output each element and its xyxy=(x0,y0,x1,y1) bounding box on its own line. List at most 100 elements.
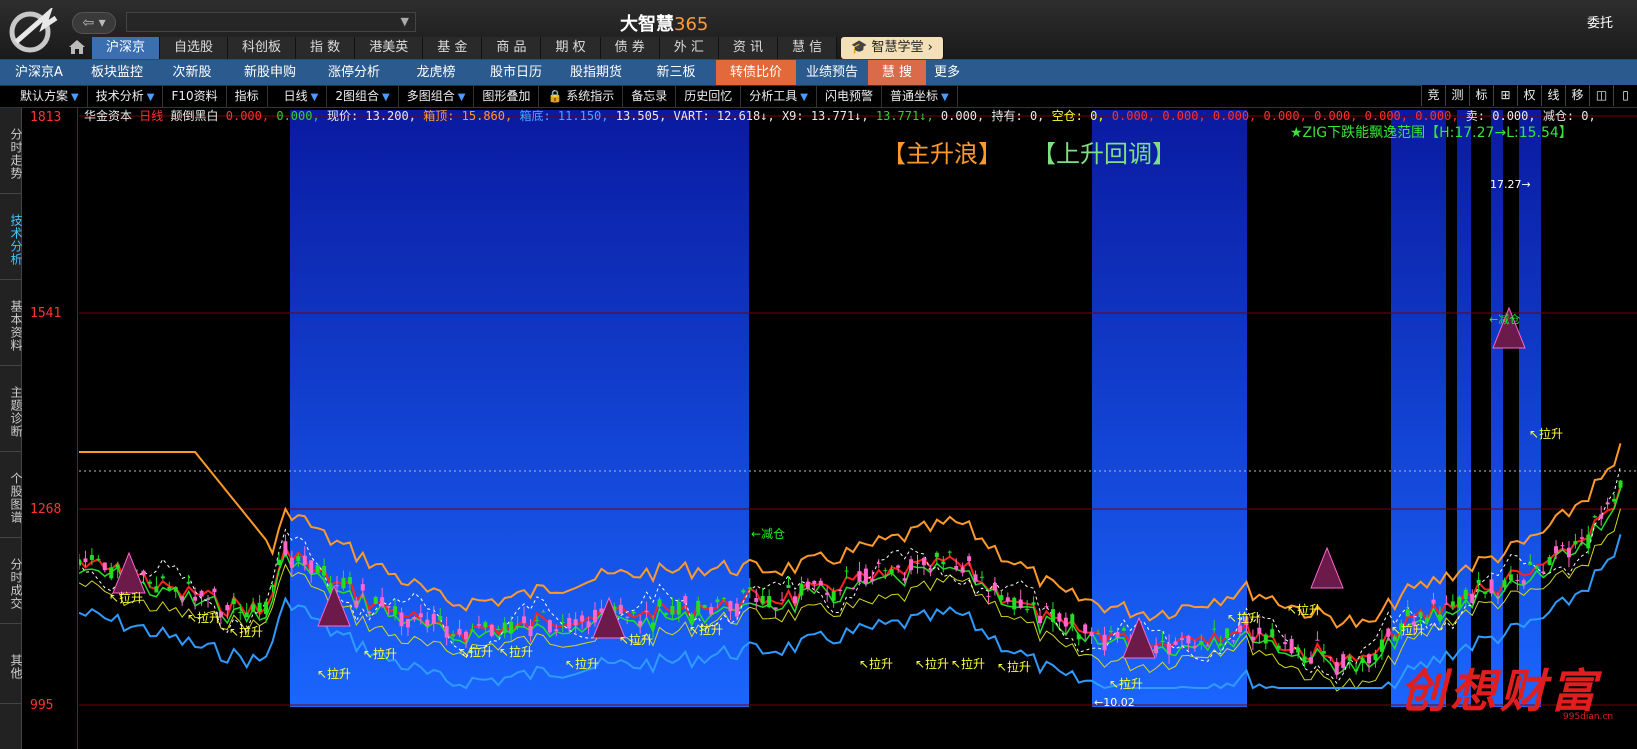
nav-fund[interactable]: 基 金 xyxy=(423,37,483,59)
candle-body xyxy=(728,601,733,612)
candle-body xyxy=(1186,635,1191,644)
toolbar-scheme[interactable]: 默认方案 ▼ xyxy=(0,86,88,107)
toolbar-coords[interactable]: 普通坐标 ▼ xyxy=(882,86,958,107)
candle-body xyxy=(780,599,785,601)
candle-body xyxy=(1050,609,1055,622)
candle-body xyxy=(147,581,152,584)
candle-body xyxy=(528,626,533,637)
nav-hk-us-uk[interactable]: 港美英 xyxy=(355,37,424,59)
candle-body xyxy=(1115,632,1120,638)
toolbar-tools[interactable]: 分析工具 ▼ xyxy=(741,86,817,107)
smart-academy-button[interactable]: 🎓 智慧学堂 › xyxy=(841,37,944,59)
candle-body xyxy=(1289,639,1294,654)
search-input[interactable]: ▼ xyxy=(126,12,416,32)
candle-body xyxy=(1231,640,1236,642)
candle-body xyxy=(954,566,959,570)
toolbar-alert[interactable]: 闪电预警 xyxy=(817,86,882,107)
main-wave-label: 【主升浪】 xyxy=(882,140,1002,168)
side-tab-trades[interactable]: 分时成交 xyxy=(0,538,23,624)
candle-body xyxy=(476,624,481,626)
candle-body xyxy=(960,567,965,573)
nav-star-market[interactable]: 科创板 xyxy=(228,37,297,59)
tool-panel-icon[interactable]: ▯ xyxy=(1613,85,1637,106)
nav-huixin[interactable]: 慧 信 xyxy=(778,37,838,59)
left-sidebar: 分时走势 技术分析 基本资料 主题诊断 个股图谱 分时成交 其他 xyxy=(0,108,23,749)
subnav-a-shares[interactable]: 沪深京A xyxy=(0,60,78,85)
side-tab-technical[interactable]: 技术分析 xyxy=(0,194,23,280)
tool-grid-icon[interactable]: ⊞ xyxy=(1493,85,1517,106)
candle-body xyxy=(1160,640,1165,643)
subnav-sector-monitor[interactable]: 板块监控 xyxy=(78,60,156,85)
nav-forex[interactable]: 外 汇 xyxy=(659,37,719,59)
subnav-ipo-subscribe[interactable]: 新股申购 xyxy=(228,60,312,85)
nav-watchlist[interactable]: 自选股 xyxy=(160,37,229,59)
secondary-nav: 沪深京A 板块监控 次新股 新股申购 涨停分析 龙虎榜 股市日历 股指期货 新三… xyxy=(0,60,1637,85)
nav-bonds[interactable]: 债 券 xyxy=(600,37,660,59)
tool-bid-icon[interactable]: 竞 xyxy=(1421,85,1445,106)
tool-move-icon[interactable]: 移 xyxy=(1565,85,1589,106)
side-tab-other[interactable]: 其他 xyxy=(0,624,23,704)
toolbar-indicator[interactable]: 指标 xyxy=(227,86,268,107)
tool-mark-icon[interactable]: 标 xyxy=(1469,85,1493,106)
candle-body xyxy=(1225,628,1230,639)
subnav-limit-up[interactable]: 涨停分析 xyxy=(312,60,396,85)
subnav-more[interactable]: 更多 xyxy=(926,60,968,85)
candle-body xyxy=(1437,614,1442,621)
toolbar-2chart[interactable]: 2图组合 ▼ xyxy=(327,86,399,107)
candle-body xyxy=(773,607,778,610)
y-tick: 1813 xyxy=(30,110,62,125)
subnav-earnings-forecast[interactable]: 业绩预告 xyxy=(796,60,868,85)
nav-index[interactable]: 指 数 xyxy=(296,37,356,59)
chevron-down-icon[interactable]: ▼ xyxy=(401,15,409,28)
subnav-convertible[interactable]: 转债比价 xyxy=(716,60,796,85)
nav-hushenjing[interactable]: 沪深京 xyxy=(92,37,161,59)
toolbar-tech-analysis[interactable]: 技术分析 ▼ xyxy=(88,86,164,107)
subnav-market-calendar[interactable]: 股市日历 xyxy=(476,60,556,85)
candle-body xyxy=(1038,615,1043,624)
candle-body xyxy=(1296,647,1301,653)
home-icon[interactable] xyxy=(68,39,86,55)
candle-body xyxy=(431,613,436,624)
back-forward-button[interactable]: ⇦ ▾ xyxy=(72,12,116,34)
nav-commodity[interactable]: 商 品 xyxy=(482,37,542,59)
nav-options[interactable]: 期 权 xyxy=(541,37,601,59)
candle-body xyxy=(593,609,597,623)
pull-up-label: ↖拉升 xyxy=(859,656,893,671)
candle-body xyxy=(1257,627,1262,635)
tool-line-icon[interactable]: 线 xyxy=(1541,85,1565,106)
tool-rights-icon[interactable]: 权 xyxy=(1517,85,1541,106)
subnav-index-futures[interactable]: 股指期货 xyxy=(556,60,636,85)
side-tab-fundamentals[interactable]: 基本资料 xyxy=(0,280,23,366)
y-tick: 995 xyxy=(30,698,54,713)
candle-body xyxy=(1541,571,1546,574)
candle-body xyxy=(1373,654,1378,660)
candle-body xyxy=(1599,514,1604,519)
side-tab-intraday[interactable]: 分时走势 xyxy=(0,108,23,194)
subnav-dragon-tiger[interactable]: 龙虎榜 xyxy=(396,60,476,85)
pull-up-label: ↖拉升 xyxy=(459,644,493,659)
subnav-new-stocks[interactable]: 次新股 xyxy=(156,60,228,85)
candle-body xyxy=(1392,636,1397,641)
subnav-neeq[interactable]: 新三板 xyxy=(636,60,716,85)
entrust-link[interactable]: 委托 xyxy=(1587,12,1613,31)
toolbar-period[interactable]: 日线 ▼ xyxy=(268,86,328,107)
candle-body xyxy=(199,590,204,597)
subnav-search[interactable]: 慧 搜 xyxy=(868,60,926,85)
toolbar-history[interactable]: 历史回忆 xyxy=(676,86,742,107)
candle-body xyxy=(354,600,359,608)
tool-window-icon[interactable]: ◫ xyxy=(1589,85,1613,106)
candle-body xyxy=(1238,625,1242,633)
toolbar-f10[interactable]: F10资料 xyxy=(163,86,227,107)
side-tab-diagnosis[interactable]: 主题诊断 xyxy=(0,366,23,452)
candle-body xyxy=(838,589,843,592)
toolbar-system-signal[interactable]: 🔒 系统指示 xyxy=(539,86,624,107)
toolbar-memo[interactable]: 备忘录 xyxy=(623,86,677,107)
side-tab-graph[interactable]: 个股图谱 xyxy=(0,452,23,538)
tool-measure-icon[interactable]: 测 xyxy=(1445,85,1469,106)
toolbar-multichart[interactable]: 多图组合 ▼ xyxy=(399,86,475,107)
nav-news[interactable]: 资 讯 xyxy=(718,37,779,59)
title-bar: ⇦ ▾ ▼ 大智慧365 委托 沪深京 自选股 科创板 指 数 港美英 基 金 … xyxy=(0,0,1637,60)
toolbar-overlay[interactable]: 图形叠加 xyxy=(474,86,540,107)
kline-chart[interactable]: ↖拉升↖拉升↖拉升↖拉升↖拉升↖拉升 ↖拉升↖拉升↖拉升↖拉升↖拉升 ↖拉升 ↖拉升 ↖… xyxy=(79,108,1637,749)
candle-body xyxy=(825,592,830,595)
